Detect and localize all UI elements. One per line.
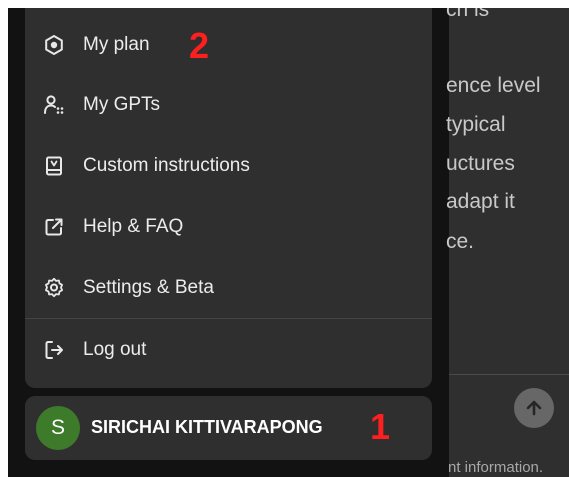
menu-item-help-faq[interactable]: Help & FAQ — [25, 198, 432, 256]
avatar: S — [36, 406, 80, 450]
logout-icon — [42, 338, 66, 362]
chat-text-line: ence level — [446, 74, 541, 97]
menu-item-label: Log out — [83, 339, 147, 360]
chat-text-line: ce. — [446, 230, 475, 253]
menu-item-my-plan[interactable]: My plan — [25, 16, 432, 74]
user-name: SIRICHAI KITTIVARAPONG — [91, 417, 323, 437]
chat-text-line: ch is — [446, 8, 490, 21]
instructions-icon — [42, 154, 66, 178]
external-link-icon — [42, 215, 66, 239]
send-button[interactable] — [514, 388, 554, 428]
menu-item-my-gpts[interactable]: My GPTs — [25, 76, 432, 134]
menu-item-label: My plan — [83, 34, 150, 55]
app-frame: ch is ence level typical uctures adapt i… — [8, 8, 569, 477]
plan-icon — [42, 33, 66, 57]
menu-item-settings-beta[interactable]: Settings & Beta — [25, 259, 432, 317]
menu-item-label: Settings & Beta — [83, 277, 214, 298]
menu-item-custom-instructions[interactable]: Custom instructions — [25, 137, 432, 195]
menu-divider — [25, 318, 432, 319]
chat-text-line: typical — [446, 113, 506, 136]
chat-text-line: adapt it — [446, 190, 515, 213]
step-annotation-1: 1 — [370, 406, 391, 447]
menu-item-log-out[interactable]: Log out — [25, 321, 432, 379]
chat-text-line: uctures — [446, 152, 515, 175]
menu-item-label: My GPTs — [83, 94, 161, 115]
menu-item-label: Help & FAQ — [83, 216, 184, 237]
gpts-icon — [42, 93, 66, 117]
arrow-up-icon — [526, 400, 542, 416]
gear-icon — [42, 276, 66, 300]
menu-item-label: Custom instructions — [83, 155, 250, 176]
account-menu: My plan My GPTs Custom instructions Help… — [25, 8, 432, 388]
footer-note: nt information. — [448, 459, 544, 476]
step-annotation-2: 2 — [189, 25, 210, 66]
